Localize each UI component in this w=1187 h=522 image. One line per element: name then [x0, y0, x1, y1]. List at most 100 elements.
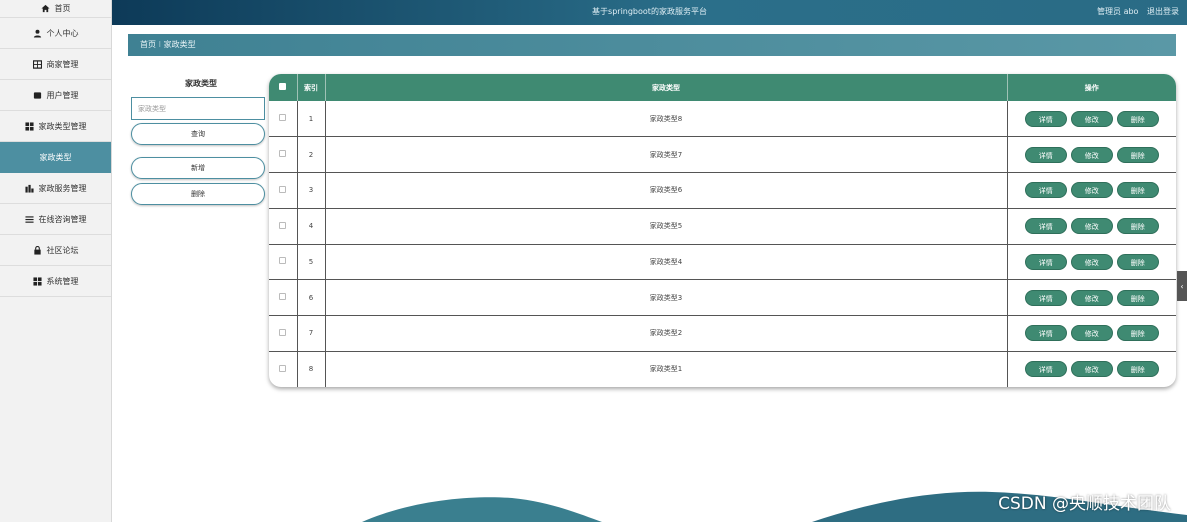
row-checkbox[interactable] — [279, 328, 287, 336]
search-label: 家政类型 — [185, 79, 217, 88]
table-row: 5 家政类型4 详情 修改 删除 — [269, 244, 1176, 280]
row-checkbox[interactable] — [279, 150, 287, 158]
sidebar-item-label: 系统管理 — [46, 276, 79, 286]
sidebar-item-merchants[interactable]: 商家管理 — [0, 49, 111, 80]
edit-button[interactable]: 修改 — [1070, 218, 1113, 235]
edit-button[interactable]: 修改 — [1070, 253, 1113, 270]
delete-button[interactable]: 删除 — [1116, 218, 1159, 235]
row-checkbox[interactable] — [279, 257, 287, 265]
row-checkbox[interactable] — [279, 221, 287, 229]
row-select-cell[interactable] — [269, 279, 298, 316]
sidebar-item-consultation-management[interactable]: 在线咨询管理 — [0, 204, 111, 235]
row-select-cell[interactable] — [269, 315, 298, 352]
row-actions: 详情 修改 删除 — [1007, 101, 1176, 137]
delete-button[interactable]: 删除 — [1116, 253, 1159, 270]
row-checkbox[interactable] — [279, 293, 287, 301]
search-input[interactable] — [131, 97, 265, 120]
query-button[interactable]: 查询 — [131, 123, 265, 145]
row-actions: 详情 修改 删除 — [1007, 137, 1176, 173]
detail-button[interactable]: 详情 — [1024, 361, 1067, 378]
row-checkbox[interactable] — [279, 185, 287, 193]
delete-button[interactable]: 删除 — [1116, 325, 1159, 342]
column-header-actions: 操作 — [1084, 83, 1099, 92]
edit-button[interactable]: 修改 — [1070, 182, 1113, 199]
collapse-tab[interactable]: ‹ — [1177, 271, 1187, 301]
detail-button[interactable]: 详情 — [1024, 218, 1067, 235]
logout-link[interactable]: 退出登录 — [1147, 7, 1179, 16]
edit-button[interactable]: 修改 — [1070, 361, 1113, 378]
sidebar: 首页 个人中心 商家管理 用户管理 家政类型管理 家政类型 家政服务管理 在线咨… — [0, 0, 112, 522]
detail-button[interactable]: 详情 — [1024, 146, 1067, 163]
edit-button[interactable]: 修改 — [1070, 325, 1113, 342]
sidebar-item-label: 个人中心 — [46, 28, 79, 38]
edit-button[interactable]: 修改 — [1070, 289, 1113, 306]
user-label: 管理员 abo — [1097, 7, 1139, 16]
row-checkbox[interactable] — [279, 114, 287, 122]
batch-delete-button[interactable]: 删除 — [131, 183, 265, 205]
table-row: 8 家政类型1 详情 修改 删除 — [269, 351, 1176, 387]
row-actions: 详情 修改 删除 — [1007, 244, 1176, 280]
row-checkbox[interactable] — [279, 364, 287, 372]
data-table: 索引 家政类型 操作 1 家政类型8 详情 修改 删除 2 家政类型7 详情 修改 删除 3 家政类型… — [269, 74, 1176, 387]
delete-button[interactable]: 删除 — [1116, 146, 1159, 163]
sidebar-item-service-type-management[interactable]: 家政类型管理 — [0, 111, 111, 142]
detail-button[interactable]: 详情 — [1024, 110, 1067, 127]
apps-icon — [24, 121, 34, 131]
add-button[interactable]: 新增 — [131, 157, 265, 179]
detail-button[interactable]: 详情 — [1024, 253, 1067, 270]
detail-button[interactable]: 详情 — [1024, 325, 1067, 342]
row-type: 家政类型8 — [325, 101, 1008, 137]
search-panel: 家政类型 查询 新增 删除 — [131, 78, 267, 205]
detail-button[interactable]: 详情 — [1024, 182, 1067, 199]
sidebar-item-service-management[interactable]: 家政服务管理 — [0, 173, 111, 204]
menu-icon — [24, 215, 34, 224]
sidebar-item-label: 社区论坛 — [46, 245, 79, 255]
column-header-index: 索引 — [297, 74, 326, 101]
row-type: 家政类型1 — [325, 351, 1008, 387]
row-index: 3 — [297, 172, 326, 209]
table-row: 6 家政类型3 详情 修改 删除 — [269, 279, 1176, 316]
row-select-cell[interactable] — [269, 351, 298, 387]
detail-button[interactable]: 详情 — [1024, 289, 1067, 306]
user-area: 管理员 abo 退出登录 — [1091, 6, 1179, 17]
square-icon — [33, 91, 42, 100]
delete-button[interactable]: 删除 — [1116, 361, 1159, 378]
sidebar-item-system[interactable]: 系统管理 — [0, 266, 111, 297]
row-select-cell[interactable] — [269, 244, 298, 280]
sidebar-item-label: 首页 — [54, 4, 71, 13]
table-row: 1 家政类型8 详情 修改 删除 — [269, 101, 1176, 137]
table-row: 3 家政类型6 详情 修改 删除 — [269, 172, 1176, 209]
row-index: 4 — [297, 208, 326, 244]
select-all-header[interactable] — [269, 74, 298, 101]
row-select-cell[interactable] — [269, 101, 298, 137]
row-type: 家政类型3 — [325, 279, 1008, 316]
select-all-checkbox[interactable] — [279, 83, 287, 90]
edit-button[interactable]: 修改 — [1070, 146, 1113, 163]
row-actions: 详情 修改 删除 — [1007, 316, 1176, 352]
row-actions: 详情 修改 删除 — [1007, 351, 1176, 387]
sidebar-item-forum[interactable]: 社区论坛 — [0, 235, 111, 266]
sidebar-item-service-type[interactable]: 家政类型 — [0, 142, 111, 173]
row-actions: 详情 修改 删除 — [1007, 208, 1176, 244]
sidebar-item-profile[interactable]: 个人中心 — [0, 18, 111, 49]
sidebar-item-label: 家政类型 — [39, 152, 72, 162]
chart-icon — [24, 184, 34, 193]
row-select-cell[interactable] — [269, 172, 298, 209]
sidebar-item-home[interactable]: 首页 — [0, 0, 111, 18]
row-type: 家政类型5 — [325, 208, 1008, 244]
row-select-cell[interactable] — [269, 136, 298, 173]
user-icon — [33, 29, 42, 38]
edit-button[interactable]: 修改 — [1070, 110, 1113, 127]
chevron-left-icon: ‹ — [1180, 281, 1184, 291]
delete-button[interactable]: 删除 — [1116, 182, 1159, 199]
row-select-cell[interactable] — [269, 208, 298, 244]
delete-button[interactable]: 删除 — [1116, 110, 1159, 127]
row-index: 5 — [297, 244, 326, 280]
sidebar-item-label: 在线咨询管理 — [38, 214, 87, 224]
delete-button[interactable]: 删除 — [1116, 289, 1159, 306]
watermark: CSDN @央顺技术团队 — [998, 494, 1171, 514]
grid-icon — [32, 59, 42, 69]
row-type: 家政类型7 — [325, 136, 1008, 173]
row-actions: 详情 修改 删除 — [1007, 173, 1176, 209]
sidebar-item-users[interactable]: 用户管理 — [0, 80, 111, 111]
